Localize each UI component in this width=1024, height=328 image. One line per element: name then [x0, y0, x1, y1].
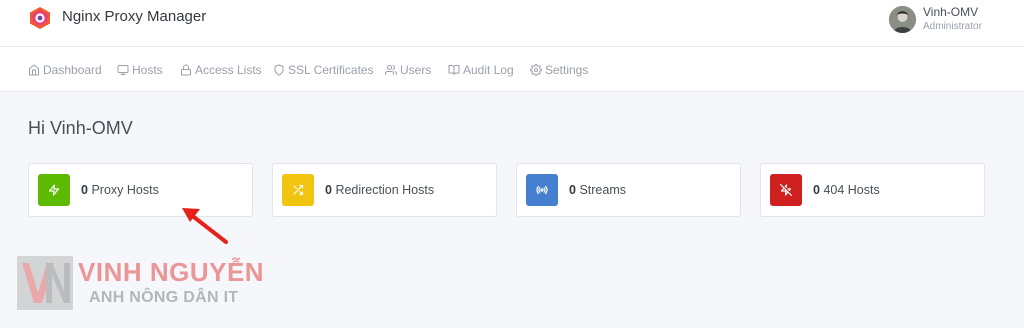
streams-stamp: [526, 174, 558, 206]
user-role: Administrator: [923, 21, 982, 32]
nav-access-lists[interactable]: Access Lists: [180, 62, 262, 78]
zap-off-icon: [780, 184, 792, 196]
streams-card[interactable]: 0 Streams: [516, 163, 741, 217]
streams-text: 0 Streams: [569, 183, 626, 197]
main-nav: Dashboard Hosts Access Lists SSL Certifi…: [0, 47, 1024, 92]
home-icon: [29, 64, 39, 76]
shuffle-icon: [293, 184, 304, 196]
shield-icon: [274, 64, 284, 76]
404-hosts-label: 404 Hosts: [823, 183, 880, 197]
redirection-hosts-count: 0: [325, 183, 332, 197]
nav-ssl-certificates-label: SSL Certificates: [288, 63, 374, 77]
top-header: Nginx Proxy Manager Vinh-OMV Administrat…: [0, 0, 1024, 47]
page-title: Hi Vinh-OMV: [28, 118, 133, 138]
nav-settings[interactable]: Settings: [530, 62, 588, 78]
streams-count: 0: [569, 183, 576, 197]
watermark-tagline: ANH NÔNG DÂN IT: [89, 289, 239, 306]
user-name[interactable]: Vinh-OMV: [923, 5, 978, 19]
redirection-hosts-stamp: [282, 174, 314, 206]
monitor-icon: [117, 65, 129, 75]
redirection-hosts-card[interactable]: 0 Redirection Hosts: [272, 163, 497, 217]
streams-label: Streams: [579, 183, 626, 197]
proxy-hosts-count: 0: [81, 183, 88, 197]
gear-icon: [530, 64, 542, 76]
app-title[interactable]: Nginx Proxy Manager: [62, 8, 206, 25]
redirection-hosts-label: Redirection Hosts: [335, 183, 435, 197]
nav-audit-log[interactable]: Audit Log: [448, 62, 514, 78]
404-hosts-count: 0: [813, 183, 820, 197]
users-icon: [385, 65, 397, 75]
book-icon: [448, 65, 460, 75]
red-arrow-icon: [182, 208, 228, 244]
radio-icon: [536, 185, 548, 195]
nav-access-lists-label: Access Lists: [195, 63, 262, 77]
404-hosts-card[interactable]: 0 404 Hosts: [760, 163, 985, 217]
nav-dashboard-label: Dashboard: [43, 63, 102, 77]
nav-hosts-label: Hosts: [132, 63, 163, 77]
proxy-hosts-label: Proxy Hosts: [91, 183, 159, 197]
watermark-logo: [17, 256, 73, 310]
lock-icon: [181, 64, 191, 76]
nav-audit-log-label: Audit Log: [463, 63, 514, 77]
watermark-name: VINH NGUYỄN: [78, 257, 265, 287]
proxy-hosts-stamp: [38, 174, 70, 206]
nginx-proxy-manager-logo[interactable]: [29, 6, 51, 30]
nav-ssl-certificates[interactable]: SSL Certificates: [273, 62, 374, 78]
proxy-hosts-text: 0 Proxy Hosts: [81, 183, 159, 197]
nav-users[interactable]: Users: [385, 62, 431, 78]
nav-settings-label: Settings: [545, 63, 589, 77]
nav-hosts[interactable]: Hosts: [117, 62, 163, 78]
404-hosts-text: 0 404 Hosts: [813, 183, 880, 197]
avatar[interactable]: [889, 6, 916, 33]
nav-users-label: Users: [400, 63, 432, 77]
404-hosts-stamp: [770, 174, 802, 206]
zap-icon: [48, 184, 60, 196]
redirection-hosts-text: 0 Redirection Hosts: [325, 183, 434, 197]
nav-dashboard[interactable]: Dashboard: [28, 62, 102, 78]
